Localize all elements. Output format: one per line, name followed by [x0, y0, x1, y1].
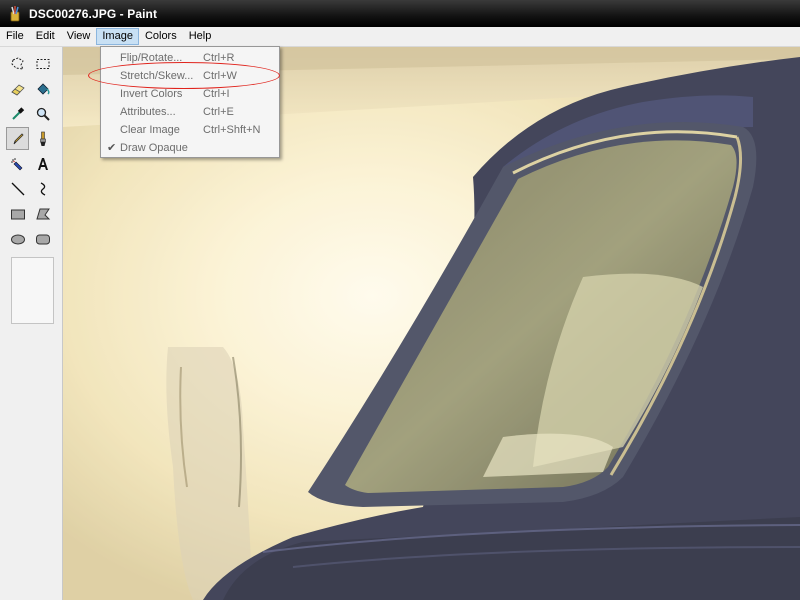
menu-item-shortcut: Ctrl+I	[203, 88, 230, 100]
rect-select-icon	[36, 58, 49, 69]
rounded-rectangle-tool[interactable]	[31, 227, 54, 250]
tools-grid	[6, 52, 56, 252]
curve-icon	[40, 181, 45, 196]
menu-item-label: Draw Opaque	[120, 142, 188, 154]
paint-brush-cup-icon[interactable]	[7, 5, 23, 22]
menu-item-shortcut: Ctrl+E	[203, 106, 234, 118]
line-icon	[11, 182, 24, 195]
menu-item-attributes[interactable]: Attributes... Ctrl+E	[101, 103, 279, 121]
menu-view[interactable]: View	[61, 28, 97, 45]
eraser-tool[interactable]	[6, 77, 29, 100]
brush-icon	[39, 131, 46, 146]
curve-tool[interactable]	[31, 177, 54, 200]
title-bar: DSC00276.JPG - Paint	[0, 0, 800, 27]
fill-tool[interactable]	[31, 77, 54, 100]
rectangle-icon	[10, 209, 25, 219]
menu-help[interactable]: Help	[183, 28, 218, 45]
eraser-icon	[10, 83, 25, 96]
pencil-tool[interactable]	[6, 127, 29, 150]
menu-item-label: Flip/Rotate...	[120, 52, 183, 64]
menu-item-shortcut: Ctrl+Shft+N	[203, 124, 261, 136]
polygon-tool[interactable]	[31, 202, 54, 225]
menu-item-label: Attributes...	[120, 106, 176, 118]
image-menu-dropdown: Flip/Rotate... Ctrl+R Stretch/Skew... Ct…	[100, 46, 280, 158]
rect-select-tool[interactable]	[31, 52, 54, 75]
free-form-select-tool[interactable]	[6, 52, 29, 75]
airbrush-tool[interactable]	[6, 152, 29, 175]
menu-colors[interactable]: Colors	[139, 28, 183, 45]
polygon-icon	[35, 208, 50, 219]
menu-item-draw-opaque[interactable]: ✔ Draw Opaque	[101, 139, 279, 157]
text-icon	[37, 157, 48, 170]
magnifier-tool[interactable]	[31, 102, 54, 125]
tool-box	[0, 47, 63, 600]
line-tool[interactable]	[6, 177, 29, 200]
menu-item-clear-image[interactable]: Clear Image Ctrl+Shft+N	[101, 121, 279, 139]
menu-item-label: Stretch/Skew...	[120, 70, 194, 82]
menu-edit[interactable]: Edit	[30, 28, 61, 45]
brush-tool[interactable]	[31, 127, 54, 150]
pencil-icon	[13, 132, 24, 144]
menu-item-flip-rotate[interactable]: Flip/Rotate... Ctrl+R	[101, 49, 279, 67]
checkmark-icon: ✔	[107, 142, 117, 154]
ellipse-tool[interactable]	[6, 227, 29, 250]
rounded-rectangle-icon	[35, 234, 50, 244]
magnifier-icon	[36, 107, 50, 121]
airbrush-icon	[10, 157, 22, 170]
menu-image[interactable]: Image	[96, 28, 139, 45]
menu-file[interactable]: File	[0, 28, 30, 45]
eyedropper-icon	[11, 106, 24, 120]
menu-item-label: Clear Image	[120, 124, 180, 136]
ellipse-icon	[10, 234, 25, 244]
menu-item-label: Invert Colors	[120, 88, 183, 100]
tool-options-box[interactable]	[11, 257, 54, 324]
pick-color-tool[interactable]	[6, 102, 29, 125]
free-form-select-icon	[10, 56, 24, 70]
menu-item-shortcut: Ctrl+R	[203, 52, 235, 64]
menu-item-stretch-skew[interactable]: Stretch/Skew... Ctrl+W	[101, 67, 279, 85]
text-tool[interactable]	[31, 152, 54, 175]
rectangle-tool[interactable]	[6, 202, 29, 225]
menu-item-invert-colors[interactable]: Invert Colors Ctrl+I	[101, 85, 279, 103]
menu-bar: File Edit View Image Colors Help	[0, 27, 800, 47]
fill-bucket-icon	[36, 82, 50, 95]
window-title: DSC00276.JPG - Paint	[29, 6, 158, 21]
menu-item-shortcut: Ctrl+W	[203, 70, 237, 82]
